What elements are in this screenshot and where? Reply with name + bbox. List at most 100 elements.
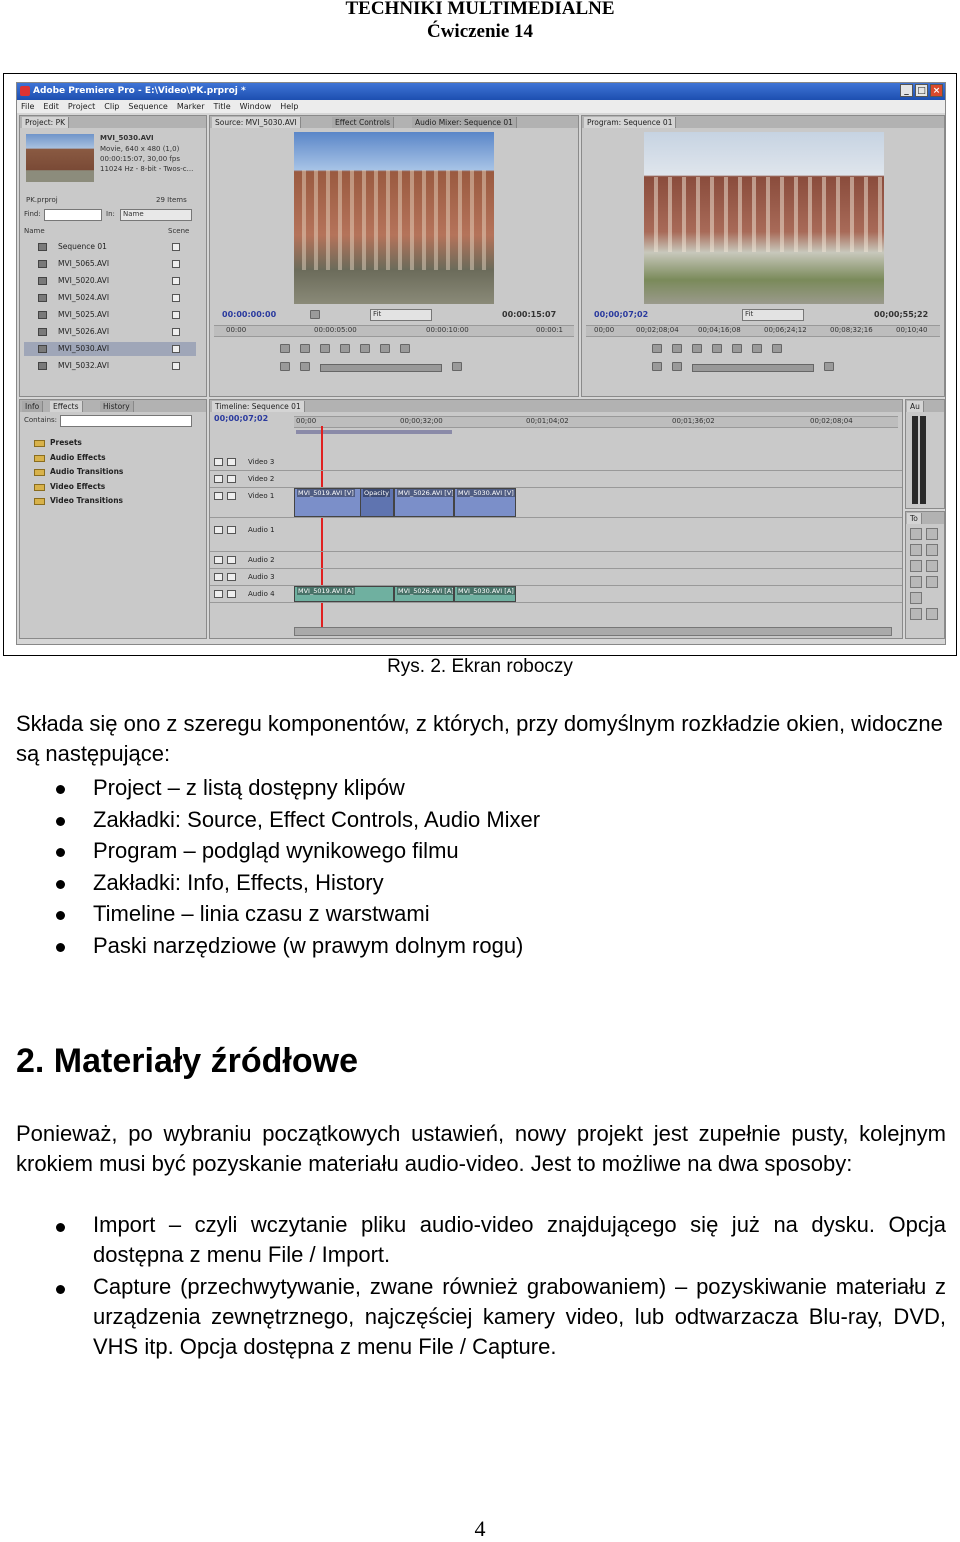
project-item[interactable]: MVI_5024.AVI <box>24 291 196 305</box>
menu-help[interactable]: Help <box>280 100 298 113</box>
track-video-3[interactable]: Video 3 <box>210 454 902 471</box>
scene-checkbox[interactable] <box>172 294 180 302</box>
scene-checkbox[interactable] <box>172 277 180 285</box>
track-audio-3[interactable]: Audio 3 <box>210 569 902 586</box>
program-fit-select[interactable]: Fit <box>742 309 804 321</box>
tab-audio-meters[interactable]: Au <box>907 401 924 412</box>
menu-title[interactable]: Title <box>214 100 231 113</box>
work-area-bar[interactable] <box>296 430 452 434</box>
scene-checkbox[interactable] <box>172 328 180 336</box>
track-audio-4[interactable]: Audio 4 MVI_5019.AVI [A] MVI_5026.AVI [A… <box>210 586 902 603</box>
play-icon[interactable] <box>300 344 310 353</box>
speaker-icon[interactable] <box>214 573 223 581</box>
project-item[interactable]: MVI_5065.AVI <box>24 257 196 271</box>
tab-source[interactable]: Source: MVI_5030.AVI <box>212 117 301 128</box>
speaker-icon[interactable] <box>214 556 223 564</box>
tab-history[interactable]: History <box>100 401 134 412</box>
track-select-tool-icon[interactable] <box>926 528 938 540</box>
column-name[interactable]: Name <box>24 227 45 235</box>
lock-icon[interactable] <box>227 556 236 564</box>
scene-checkbox[interactable] <box>172 345 180 353</box>
scene-checkbox[interactable] <box>172 243 180 251</box>
safe-margins-icon[interactable] <box>732 344 742 353</box>
export-frame-icon[interactable] <box>452 362 462 371</box>
mark-in-icon[interactable] <box>280 362 290 371</box>
mark-in-icon[interactable] <box>652 362 662 371</box>
speaker-icon[interactable] <box>214 526 223 534</box>
menu-marker[interactable]: Marker <box>177 100 205 113</box>
project-item[interactable]: MVI_5025.AVI <box>24 308 196 322</box>
menu-edit[interactable]: Edit <box>43 100 59 113</box>
project-item[interactable]: MVI_5020.AVI <box>24 274 196 288</box>
eye-icon[interactable] <box>214 458 223 466</box>
timeline-timecode[interactable]: 00;00;07;02 <box>214 414 268 423</box>
in-select[interactable]: Name <box>120 209 192 221</box>
tab-effects[interactable]: Effects <box>50 401 83 412</box>
tab-program[interactable]: Program: Sequence 01 <box>584 117 677 128</box>
track-audio-2[interactable]: Audio 2 <box>210 552 902 569</box>
find-input[interactable] <box>44 209 102 221</box>
track-video-1[interactable]: Video 1 MVI_5019.AVI [V] Opacity MVI_502… <box>210 488 902 518</box>
menu-window[interactable]: Window <box>240 100 272 113</box>
menu-clip[interactable]: Clip <box>104 100 119 113</box>
loop-icon[interactable] <box>340 344 350 353</box>
ripple-edit-tool-icon[interactable] <box>910 544 922 556</box>
tab-project[interactable]: Project: PK <box>22 117 70 128</box>
scene-checkbox[interactable] <box>172 260 180 268</box>
rate-stretch-tool-icon[interactable] <box>910 560 922 572</box>
slide-tool-icon[interactable] <box>926 576 938 588</box>
tab-effect-controls[interactable]: Effect Controls <box>332 117 394 128</box>
audio-clip[interactable]: MVI_5030.AVI [A] <box>454 586 516 602</box>
hand-tool-icon[interactable] <box>910 608 922 620</box>
minimize-button[interactable]: _ <box>900 84 913 97</box>
eye-icon[interactable] <box>214 475 223 483</box>
source-timecode-current[interactable]: 00:00:00:00 <box>222 310 276 319</box>
video-clip[interactable]: MVI_5026.AVI [V] <box>394 488 454 517</box>
source-fit-select[interactable]: Fit <box>370 309 432 321</box>
razor-tool-icon[interactable] <box>926 560 938 572</box>
step-forward-icon[interactable] <box>692 344 702 353</box>
timeline-time-ruler[interactable]: 00;00 00;00;32;00 00;01;04;02 00;01;36;0… <box>294 416 898 428</box>
extract-icon[interactable] <box>772 344 782 353</box>
maximize-button[interactable]: □ <box>915 84 928 97</box>
project-item[interactable]: MVI_5032.AVI <box>24 359 196 373</box>
track-audio-1[interactable]: Audio 1 <box>210 522 902 552</box>
selection-tool-icon[interactable] <box>910 528 922 540</box>
video-clip[interactable]: MVI_5030.AVI [V] <box>454 488 516 517</box>
menu-file[interactable]: File <box>21 100 34 113</box>
loop-icon[interactable] <box>712 344 722 353</box>
menu-project[interactable]: Project <box>68 100 95 113</box>
tab-timeline[interactable]: Timeline: Sequence 01 <box>212 401 305 412</box>
track-video-2[interactable]: Video 2 <box>210 471 902 488</box>
source-time-ruler[interactable]: 00:00 00:00:05:00 00:00:10:00 00:00:1 <box>214 325 574 337</box>
step-back-icon[interactable] <box>280 344 290 353</box>
project-item[interactable]: MVI_5026.AVI <box>24 325 196 339</box>
close-button[interactable]: × <box>930 84 943 97</box>
pen-tool-icon[interactable] <box>910 592 922 604</box>
program-timecode-current[interactable]: 00;00;07;02 <box>594 310 648 319</box>
tab-info[interactable]: Info <box>22 401 44 412</box>
contains-input[interactable] <box>60 415 192 427</box>
project-item[interactable]: MVI_5030.AVI <box>24 342 196 356</box>
program-time-ruler[interactable]: 00;00 00;02;08;04 00;04;16;08 00;06;24;1… <box>586 325 940 337</box>
lock-icon[interactable] <box>227 573 236 581</box>
safe-margins-icon[interactable] <box>360 344 370 353</box>
lock-icon[interactable] <box>227 475 236 483</box>
speaker-icon[interactable] <box>214 590 223 598</box>
tab-audio-mixer[interactable]: Audio Mixer: Sequence 01 <box>412 117 517 128</box>
lock-icon[interactable] <box>227 492 236 500</box>
play-icon[interactable] <box>672 344 682 353</box>
audio-clip[interactable]: MVI_5019.AVI [A] <box>294 586 394 602</box>
step-back-icon[interactable] <box>652 344 662 353</box>
eye-icon[interactable] <box>214 492 223 500</box>
tab-tools[interactable]: To <box>907 513 922 524</box>
mark-out-icon[interactable] <box>300 362 310 371</box>
rolling-edit-tool-icon[interactable] <box>926 544 938 556</box>
lock-icon[interactable] <box>227 458 236 466</box>
lock-icon[interactable] <box>227 526 236 534</box>
video-clip[interactable]: Opacity <box>360 488 394 517</box>
mark-out-icon[interactable] <box>672 362 682 371</box>
insert-icon[interactable] <box>380 344 390 353</box>
slip-tool-icon[interactable] <box>910 576 922 588</box>
scene-checkbox[interactable] <box>172 362 180 370</box>
